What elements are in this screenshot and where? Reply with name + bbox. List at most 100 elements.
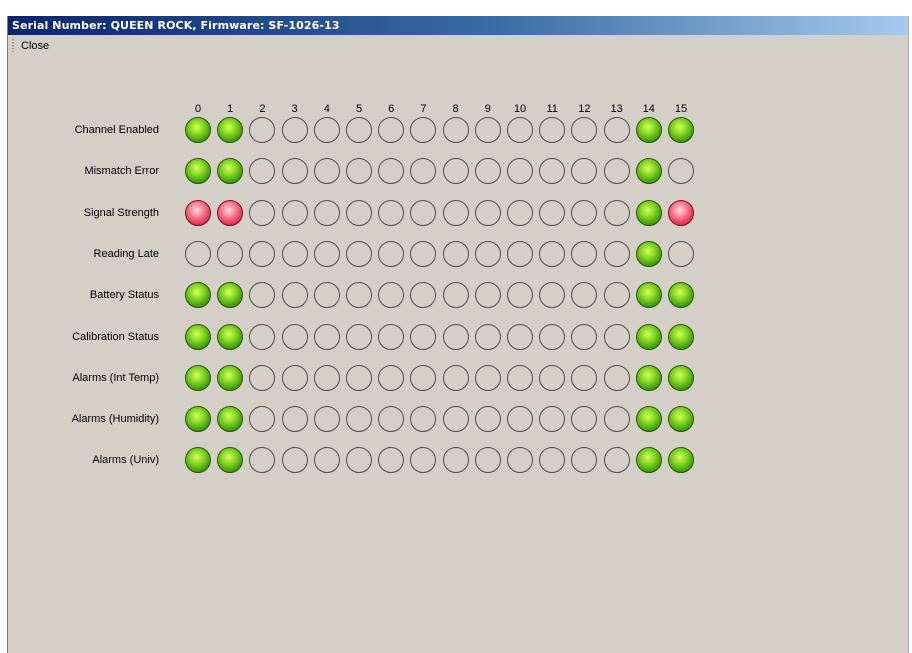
status-led-off bbox=[410, 406, 437, 433]
status-led-green bbox=[635, 158, 662, 185]
status-led-off bbox=[313, 282, 340, 309]
status-led-off bbox=[442, 323, 469, 350]
close-menu-item[interactable]: Close bbox=[19, 39, 51, 53]
status-led-green bbox=[635, 117, 662, 143]
status-led-off bbox=[539, 117, 566, 143]
status-led-off bbox=[571, 447, 598, 474]
status-led-off bbox=[442, 117, 469, 143]
row-label: Reading Late bbox=[93, 247, 159, 260]
status-led-green bbox=[217, 406, 244, 433]
row-label: Calibration Status bbox=[72, 330, 159, 343]
status-led-off bbox=[474, 158, 501, 185]
status-led-off bbox=[410, 158, 437, 185]
status-led-off bbox=[346, 447, 372, 474]
status-led-off bbox=[474, 364, 501, 391]
status-led-off bbox=[571, 406, 598, 433]
status-led-green bbox=[217, 364, 244, 391]
status-led-off bbox=[313, 447, 340, 474]
status-led-off bbox=[281, 158, 308, 185]
status-led-off bbox=[410, 447, 437, 474]
status-led-off bbox=[346, 406, 372, 433]
status-led-off bbox=[571, 282, 598, 309]
status-led-off bbox=[571, 158, 598, 185]
status-led-red bbox=[185, 199, 211, 226]
status-led-green bbox=[635, 282, 662, 309]
status-led-green bbox=[668, 282, 694, 309]
status-led-off bbox=[474, 117, 501, 143]
channel-status-grid: 0 1 2 3 4 5 6 7 8 9 10 11 12 13 14 15 Channel Enabled Mis… bbox=[8, 56, 908, 653]
status-led-off bbox=[442, 158, 469, 185]
menu-bar: Close bbox=[8, 35, 908, 56]
status-led-off bbox=[313, 158, 340, 185]
status-led-green bbox=[668, 406, 694, 433]
column-header: 4 bbox=[323, 103, 330, 115]
status-led-off bbox=[410, 282, 437, 309]
status-led-off bbox=[507, 240, 533, 267]
status-led-off bbox=[410, 240, 437, 267]
status-led-off bbox=[313, 240, 340, 267]
status-led-off bbox=[281, 240, 308, 267]
status-led-green bbox=[217, 323, 244, 350]
status-led-off bbox=[346, 323, 372, 350]
status-led-off bbox=[281, 117, 308, 143]
row-label: Battery Status bbox=[89, 289, 159, 302]
row-label: Alarms (Int Temp) bbox=[72, 371, 159, 384]
status-led-off bbox=[603, 406, 630, 433]
status-led-off bbox=[571, 364, 598, 391]
status-led-off bbox=[442, 447, 469, 474]
status-led-off bbox=[539, 323, 566, 350]
status-led-green bbox=[217, 447, 244, 474]
column-header: 13 bbox=[610, 103, 623, 115]
status-led-off bbox=[346, 364, 372, 391]
status-led-green bbox=[217, 158, 244, 185]
status-led-off bbox=[603, 240, 630, 267]
status-led-off bbox=[539, 199, 566, 226]
status-led-off bbox=[442, 199, 469, 226]
column-header: 14 bbox=[642, 103, 655, 115]
status-led-green bbox=[635, 240, 662, 267]
column-header: 10 bbox=[513, 103, 527, 115]
status-led-off bbox=[603, 323, 630, 350]
status-led-off bbox=[507, 199, 533, 226]
status-led-off bbox=[507, 282, 533, 309]
status-led-green bbox=[668, 364, 694, 391]
status-led-off bbox=[378, 323, 405, 350]
status-led-green bbox=[635, 406, 662, 433]
status-led-off bbox=[313, 117, 340, 143]
status-led-off bbox=[281, 282, 308, 309]
status-led-off bbox=[410, 117, 437, 143]
status-led-off bbox=[346, 199, 372, 226]
status-led-off bbox=[249, 240, 276, 267]
status-led-off bbox=[603, 158, 630, 185]
status-led-off bbox=[378, 240, 405, 267]
status-led-green bbox=[185, 282, 211, 309]
status-led-off bbox=[249, 158, 276, 185]
column-header: 2 bbox=[259, 103, 266, 115]
status-led-off bbox=[346, 282, 372, 309]
status-led-green bbox=[217, 117, 244, 143]
status-led-green bbox=[635, 364, 662, 391]
status-led-off bbox=[539, 240, 566, 267]
status-led-green bbox=[217, 282, 244, 309]
status-led-green bbox=[668, 117, 694, 143]
status-led-green bbox=[185, 364, 211, 391]
status-led-off bbox=[474, 406, 501, 433]
column-header: 1 bbox=[227, 103, 234, 115]
status-led-off bbox=[442, 282, 469, 309]
title-bar[interactable]: Serial Number: QUEEN ROCK, Firmware: SF-… bbox=[8, 16, 908, 35]
status-led-off bbox=[410, 364, 437, 391]
toolbar-grip-icon[interactable] bbox=[12, 39, 14, 52]
status-led-off bbox=[571, 199, 598, 226]
status-led-off bbox=[603, 282, 630, 309]
status-led-off bbox=[539, 447, 566, 474]
status-led-red bbox=[217, 199, 244, 226]
column-header: 11 bbox=[546, 103, 558, 115]
status-led-off bbox=[539, 158, 566, 185]
row-label: Channel Enabled bbox=[74, 124, 159, 136]
status-led-green bbox=[668, 323, 694, 350]
status-led-off bbox=[281, 364, 308, 391]
status-led-off bbox=[442, 406, 469, 433]
status-led-off bbox=[378, 199, 405, 226]
status-led-off bbox=[474, 447, 501, 474]
column-header: 8 bbox=[452, 103, 459, 115]
